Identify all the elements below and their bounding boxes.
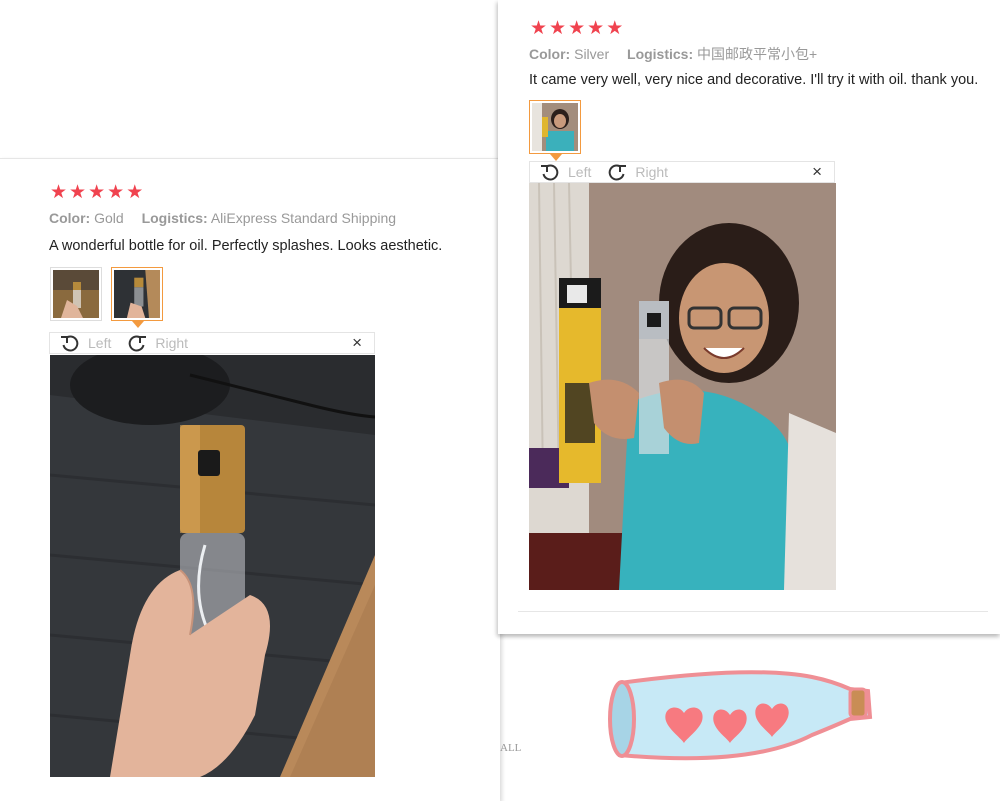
review-photo-gold — [50, 355, 375, 777]
review-card-gold: ★ ★ ★ ★ ★ Color: Gold Logistics: AliExpr… — [0, 158, 500, 801]
rotate-right-icon — [609, 164, 627, 181]
rotate-left-button[interactable]: Left — [540, 163, 591, 181]
rotate-left-label: Left — [88, 335, 112, 351]
bottle-hearts-illustration — [608, 670, 873, 761]
rotate-right-label: Right — [155, 335, 189, 351]
review-photo-image — [50, 355, 375, 777]
review-text: A wonderful bottle for oil. Perfectly sp… — [49, 238, 443, 254]
review-text: It came very well, very nice and decorat… — [529, 72, 979, 88]
logistics-label: Logistics: — [141, 210, 208, 226]
review-photo-image — [529, 183, 836, 590]
thumbnail-image — [532, 103, 578, 151]
color-label: Color: — [49, 210, 91, 226]
active-thumbnail-caret — [132, 321, 144, 328]
star-icon: ★ — [530, 18, 548, 39]
rotate-right-button[interactable]: Right — [607, 163, 668, 181]
star-rating: ★ ★ ★ ★ ★ — [50, 183, 143, 202]
review-meta: Color: Gold Logistics: AliExpress Standa… — [49, 210, 396, 226]
logistics-value: 中国邮政平常小包+ — [697, 46, 818, 62]
star-icon: ★ — [69, 182, 87, 203]
review-divider — [518, 611, 988, 612]
rotate-left-icon — [61, 335, 79, 352]
thumbnail-image — [53, 270, 99, 318]
review-card-silver: ★ ★ ★ ★ ★ Color: Silver Logistics: 中国邮政平… — [498, 0, 1000, 634]
star-icon: ★ — [606, 18, 624, 39]
view-all-text-partial: ALL — [500, 742, 522, 754]
star-icon: ★ — [568, 18, 586, 39]
star-icon: ★ — [107, 182, 125, 203]
rotate-right-label: Right — [635, 164, 669, 180]
star-icon: ★ — [126, 182, 144, 203]
star-rating: ★ ★ ★ ★ ★ — [530, 19, 623, 38]
image-viewer-toolbar: Left Right × — [529, 161, 835, 183]
rotate-left-icon — [541, 164, 559, 181]
star-icon: ★ — [587, 18, 605, 39]
logistics-value: AliExpress Standard Shipping — [210, 210, 397, 226]
close-viewer-button[interactable]: × — [352, 334, 362, 352]
rotate-right-icon — [129, 335, 147, 352]
star-icon: ★ — [50, 182, 68, 203]
rotate-right-button[interactable]: Right — [127, 334, 188, 352]
review-thumbnail-active[interactable] — [529, 100, 581, 161]
star-icon: ★ — [88, 182, 106, 203]
active-thumbnail-caret — [550, 154, 562, 161]
rotate-left-button[interactable]: Left — [60, 334, 111, 352]
review-thumbnail[interactable] — [50, 267, 102, 321]
review-meta: Color: Silver Logistics: 中国邮政平常小包+ — [529, 44, 817, 64]
review-thumbnail-active[interactable] — [111, 267, 163, 328]
logistics-label: Logistics: — [627, 46, 694, 62]
close-viewer-button[interactable]: × — [812, 163, 822, 181]
review-photo-silver — [529, 183, 836, 590]
star-icon: ★ — [549, 18, 567, 39]
color-value: Gold — [94, 210, 124, 226]
color-value: Silver — [574, 46, 610, 62]
thumbnail-image — [114, 270, 160, 318]
image-viewer-toolbar: Left Right × — [49, 332, 375, 354]
rotate-left-label: Left — [568, 164, 592, 180]
color-label: Color: — [529, 46, 571, 62]
